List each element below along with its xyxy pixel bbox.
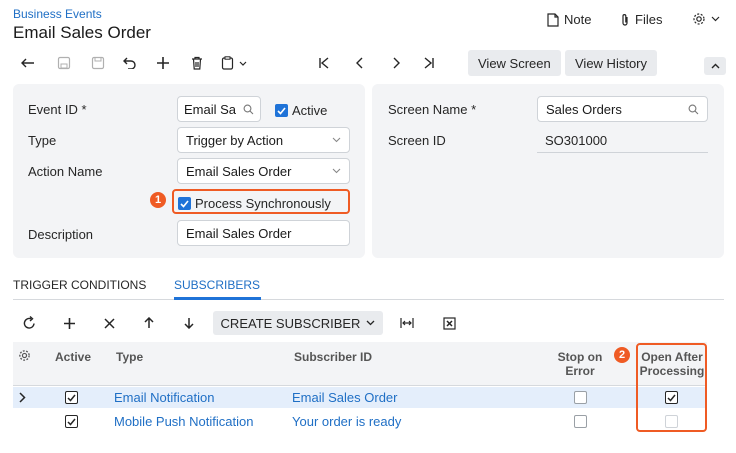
note-button[interactable]: Note: [547, 12, 591, 27]
description-field[interactable]: Email Sales Order: [177, 220, 350, 246]
active-checkbox[interactable]: Active: [275, 103, 327, 118]
column-settings-icon[interactable]: [18, 349, 31, 365]
breadcrumb[interactable]: Business Events: [13, 7, 102, 21]
fit-columns-icon[interactable]: [396, 312, 418, 334]
settings-menu-button[interactable]: [692, 12, 720, 26]
paperclip-icon: [622, 13, 628, 26]
delete-icon[interactable]: [185, 52, 209, 74]
move-up-icon[interactable]: [138, 312, 160, 334]
last-record-icon[interactable]: [417, 52, 441, 74]
column-header-type[interactable]: Type: [116, 350, 143, 364]
row-type-link[interactable]: Email Notification: [114, 390, 214, 405]
row-subscriber-link[interactable]: Email Sales Order: [292, 390, 397, 405]
tab-trigger-conditions[interactable]: TRIGGER CONDITIONS: [13, 278, 146, 292]
save-close-icon[interactable]: [52, 52, 76, 74]
process-sync-check-icon: [178, 197, 191, 210]
previous-record-icon[interactable]: [348, 52, 372, 74]
event-id-field[interactable]: Email Sa: [177, 96, 261, 122]
files-label: Files: [635, 12, 663, 27]
screen-name-label: Screen Name *: [388, 102, 477, 117]
move-down-icon[interactable]: [178, 312, 200, 334]
action-name-select[interactable]: Email Sales Order: [177, 158, 350, 184]
create-subscriber-label: CREATE SUBSCRIBER: [220, 315, 361, 331]
search-icon[interactable]: [688, 104, 699, 115]
process-synchronously-checkbox[interactable]: Process Synchronously: [178, 196, 331, 211]
column-header-subscriber-id[interactable]: Subscriber ID: [294, 350, 372, 364]
callout-badge-2: 2: [614, 347, 630, 363]
refresh-icon[interactable]: [18, 312, 40, 334]
screen-id-label: Screen ID: [388, 133, 446, 148]
save-icon[interactable]: [86, 52, 110, 74]
note-label: Note: [564, 12, 592, 27]
gear-icon: [693, 13, 705, 25]
event-id-value: Email Sa: [184, 101, 237, 117]
column-header-active[interactable]: Active: [55, 350, 91, 364]
chevron-down-icon: [332, 137, 341, 143]
collapse-button[interactable]: [704, 57, 726, 75]
page-title: Email Sales Order: [13, 23, 151, 42]
view-screen-button[interactable]: View Screen: [468, 50, 561, 76]
undo-icon[interactable]: [117, 52, 141, 74]
row-subscriber-link[interactable]: Your order is ready: [292, 414, 401, 429]
active-label: Active: [292, 103, 328, 118]
add-row-icon[interactable]: [58, 312, 80, 334]
row-active-checkbox[interactable]: [65, 391, 78, 404]
screen-id-value: SO301000: [545, 133, 608, 148]
description-label: Description: [28, 227, 94, 242]
active-tab-indicator: [174, 297, 261, 300]
first-record-icon[interactable]: [312, 52, 336, 74]
screen-id-underline: [537, 152, 708, 153]
callout-badge-1: 1: [150, 192, 166, 208]
type-value: Trigger by Action: [186, 132, 284, 148]
back-icon[interactable]: [16, 52, 40, 74]
screen-name-value: Sales Orders: [546, 101, 622, 117]
chevron-down-icon: [711, 16, 720, 22]
delete-row-icon[interactable]: [98, 312, 120, 334]
row-expand-icon[interactable]: [18, 391, 26, 406]
search-icon[interactable]: [243, 104, 254, 115]
screen-name-field[interactable]: Sales Orders: [537, 96, 708, 122]
type-label: Type: [28, 133, 57, 148]
clipboard-menu-icon[interactable]: [218, 52, 252, 74]
active-check-icon: [275, 104, 288, 117]
create-subscriber-button[interactable]: CREATE SUBSCRIBER: [213, 311, 383, 335]
event-id-label: Event ID *: [28, 102, 87, 117]
stop-on-error-line-1: Stop on: [557, 350, 603, 364]
next-record-icon[interactable]: [384, 52, 408, 74]
process-sync-label: Process Synchronously: [195, 196, 331, 211]
description-value: Email Sales Order: [186, 225, 292, 241]
note-icon: [547, 12, 559, 27]
stop-on-error-line-2: Error: [565, 364, 595, 378]
row-type-link[interactable]: Mobile Push Notification: [114, 414, 253, 429]
export-excel-icon[interactable]: [438, 312, 460, 334]
action-name-label: Action Name: [28, 164, 103, 179]
view-history-button[interactable]: View History: [565, 50, 658, 76]
chevron-up-icon: [711, 63, 719, 69]
open-after-processing-highlight: [636, 343, 707, 432]
row-stop-on-error-checkbox[interactable]: [574, 391, 587, 404]
tab-divider: [13, 299, 724, 300]
chevron-down-icon: [332, 168, 341, 174]
column-header-stop-on-error[interactable]: Stop on Error: [553, 350, 607, 378]
type-select[interactable]: Trigger by Action: [177, 127, 350, 153]
files-button[interactable]: Files: [620, 12, 662, 27]
action-name-value: Email Sales Order: [186, 163, 292, 179]
row-active-checkbox[interactable]: [65, 415, 78, 428]
tab-subscribers[interactable]: SUBSCRIBERS: [174, 278, 260, 292]
row-stop-on-error-checkbox[interactable]: [574, 415, 587, 428]
add-icon[interactable]: [151, 52, 175, 74]
chevron-down-icon: [366, 320, 375, 326]
